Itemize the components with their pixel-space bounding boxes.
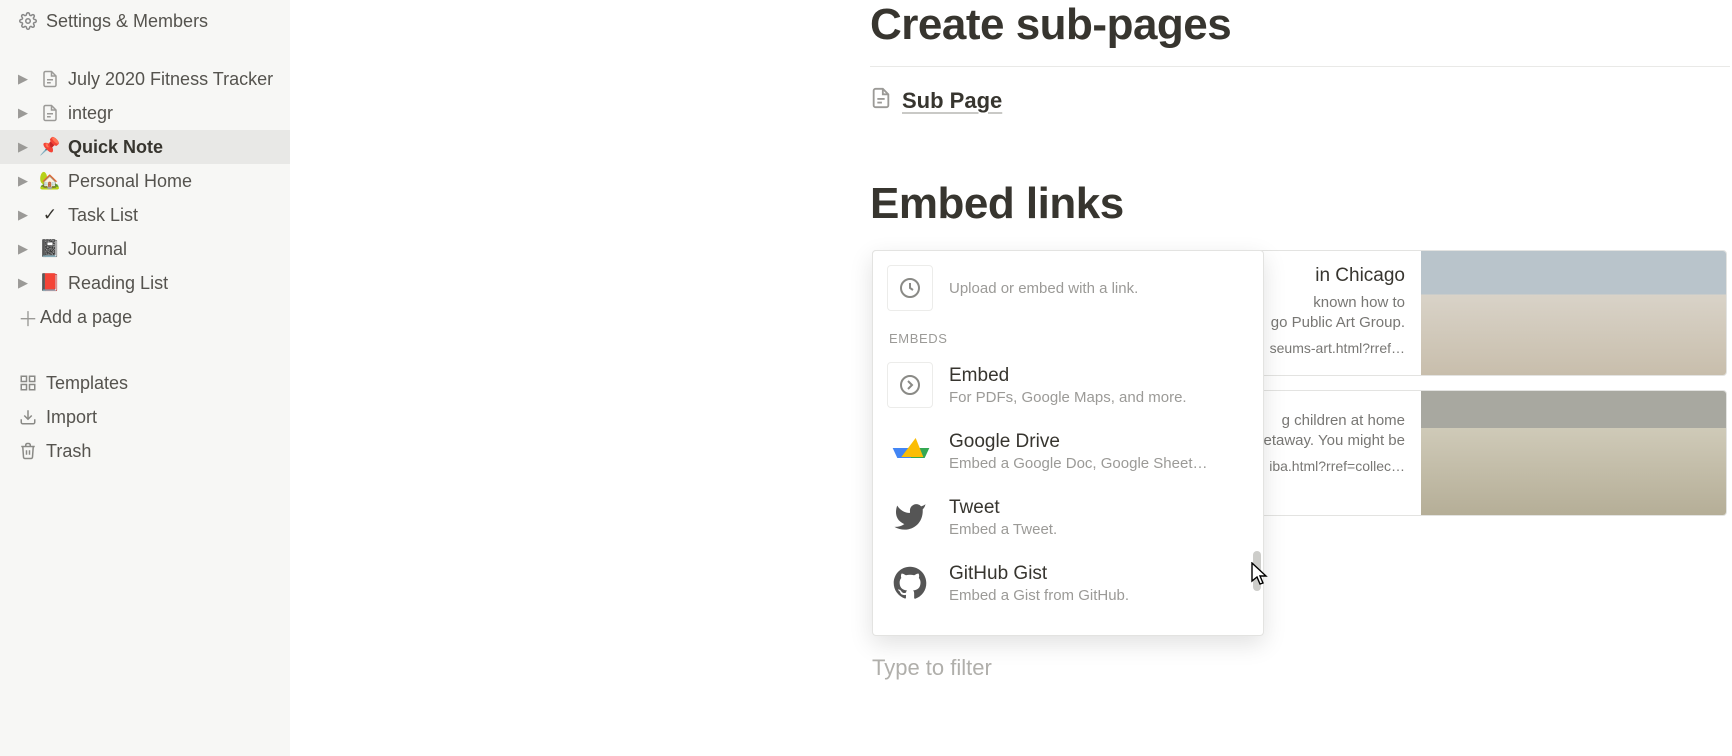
gear-icon <box>18 12 38 30</box>
app-root: Settings & Members ▶ July 2020 Fitness T… <box>0 0 1732 756</box>
twitter-icon <box>887 494 933 540</box>
chevron-right-icon[interactable]: ▶ <box>18 275 32 291</box>
block-option-title: Tweet <box>949 497 1057 519</box>
block-option-embed[interactable]: Embed For PDFs, Google Maps, and more. <box>873 352 1263 418</box>
embed-icon <box>887 362 933 408</box>
block-option-upload[interactable]: Upload or embed with a link. <box>873 251 1263 321</box>
block-menu-scroll[interactable]: Upload or embed with a link. EMBEDS Embe… <box>873 251 1263 635</box>
block-option-text: Embed For PDFs, Google Maps, and more. <box>949 365 1187 406</box>
sidebar-item-personal-home[interactable]: ▶ 🏡 Personal Home <box>0 164 290 198</box>
page-label: Reading List <box>68 273 280 294</box>
chevron-right-icon[interactable]: ▶ <box>18 241 32 257</box>
sidebar-item-journal[interactable]: ▶ 📓 Journal <box>0 232 290 266</box>
subpage-label: Sub Page <box>902 88 1002 114</box>
github-icon <box>887 560 933 606</box>
pin-icon: 📌 <box>40 137 60 157</box>
sidebar-item-task-list[interactable]: ▶ ✓ Task List <box>0 198 290 232</box>
block-option-text: Google Drive Embed a Google Doc, Google … <box>949 431 1208 472</box>
sidebar-item-reading-list[interactable]: ▶ 📕 Reading List <box>0 266 290 300</box>
page-icon <box>40 104 60 122</box>
import-label: Import <box>46 407 280 428</box>
trash-label: Trash <box>46 441 280 462</box>
block-menu-filter-input[interactable] <box>872 650 1262 686</box>
sidebar: Settings & Members ▶ July 2020 Fitness T… <box>0 0 290 756</box>
divider <box>870 66 1730 67</box>
sidebar-item-quick-note[interactable]: ▶ 📌 Quick Note <box>0 130 290 164</box>
block-option-desc: Embed a Tweet. <box>949 521 1057 538</box>
page-label: Task List <box>68 205 280 226</box>
block-option-github-gist[interactable]: GitHub Gist Embed a Gist from GitHub. <box>873 550 1263 616</box>
add-page-label: Add a page <box>40 307 280 328</box>
sidebar-item-july-2020[interactable]: ▶ July 2020 Fitness Tracker <box>0 62 290 96</box>
house-icon: 🏡 <box>40 171 60 191</box>
block-menu-section-label: EMBEDS <box>873 321 1263 352</box>
block-option-text: Upload or embed with a link. <box>949 280 1138 297</box>
subpage-link[interactable]: Sub Page <box>870 87 1002 115</box>
trash-link[interactable]: Trash <box>0 434 290 468</box>
page-label: Quick Note <box>68 137 280 158</box>
page-label: integr <box>68 103 280 124</box>
trash-icon <box>18 442 38 460</box>
scrollbar-thumb[interactable] <box>1253 551 1261 591</box>
main-content: Create sub-pages Sub Page Embed links in… <box>290 0 1732 756</box>
sidebar-bottom: Templates Import Trash <box>0 366 290 468</box>
book-icon: 📓 <box>40 239 60 259</box>
heading-embed-links: Embed links <box>870 179 1730 229</box>
block-option-desc: Upload or embed with a link. <box>949 280 1138 297</box>
templates-icon <box>18 374 38 392</box>
google-drive-icon <box>887 428 933 474</box>
templates-label: Templates <box>46 373 280 394</box>
settings-members-link[interactable]: Settings & Members <box>0 4 290 38</box>
bookmark-image <box>1421 251 1726 375</box>
block-option-tweet[interactable]: Tweet Embed a Tweet. <box>873 484 1263 550</box>
block-option-text: GitHub Gist Embed a Gist from GitHub. <box>949 563 1129 604</box>
add-page-button[interactable]: ＋ Add a page <box>0 300 290 334</box>
book-red-icon: 📕 <box>40 273 60 293</box>
chevron-right-icon[interactable]: ▶ <box>18 173 32 189</box>
heading-create-subpages: Create sub-pages <box>870 0 1730 50</box>
block-option-desc: Embed a Google Doc, Google Sheet… <box>949 455 1208 472</box>
block-option-title: GitHub Gist <box>949 563 1129 585</box>
block-menu-popup: Upload or embed with a link. EMBEDS Embe… <box>872 250 1264 636</box>
page-icon <box>870 87 892 115</box>
page-icon <box>40 70 60 88</box>
templates-link[interactable]: Templates <box>0 366 290 400</box>
chevron-right-icon[interactable]: ▶ <box>18 207 32 223</box>
block-option-desc: Embed a Gist from GitHub. <box>949 587 1129 604</box>
settings-label: Settings & Members <box>46 11 280 32</box>
import-link[interactable]: Import <box>0 400 290 434</box>
chevron-right-icon[interactable]: ▶ <box>18 105 32 121</box>
bookmark-image <box>1421 391 1726 515</box>
import-icon <box>18 408 38 426</box>
checkmark-icon: ✓ <box>40 205 60 225</box>
sidebar-pages: ▶ July 2020 Fitness Tracker ▶ integr ▶ 📌… <box>0 62 290 334</box>
chevron-right-icon[interactable]: ▶ <box>18 71 32 87</box>
chevron-right-icon[interactable]: ▶ <box>18 139 32 155</box>
page-content: Create sub-pages Sub Page Embed links <box>870 0 1730 245</box>
block-option-google-drive[interactable]: Google Drive Embed a Google Doc, Google … <box>873 418 1263 484</box>
upload-icon <box>887 265 933 311</box>
block-option-desc: For PDFs, Google Maps, and more. <box>949 389 1187 406</box>
block-option-text: Tweet Embed a Tweet. <box>949 497 1057 538</box>
plus-icon: ＋ <box>18 303 32 332</box>
sidebar-item-integr[interactable]: ▶ integr <box>0 96 290 130</box>
page-label: July 2020 Fitness Tracker <box>68 69 280 90</box>
page-label: Personal Home <box>68 171 280 192</box>
page-label: Journal <box>68 239 280 260</box>
block-option-title: Google Drive <box>949 431 1208 453</box>
block-option-title: Embed <box>949 365 1187 387</box>
